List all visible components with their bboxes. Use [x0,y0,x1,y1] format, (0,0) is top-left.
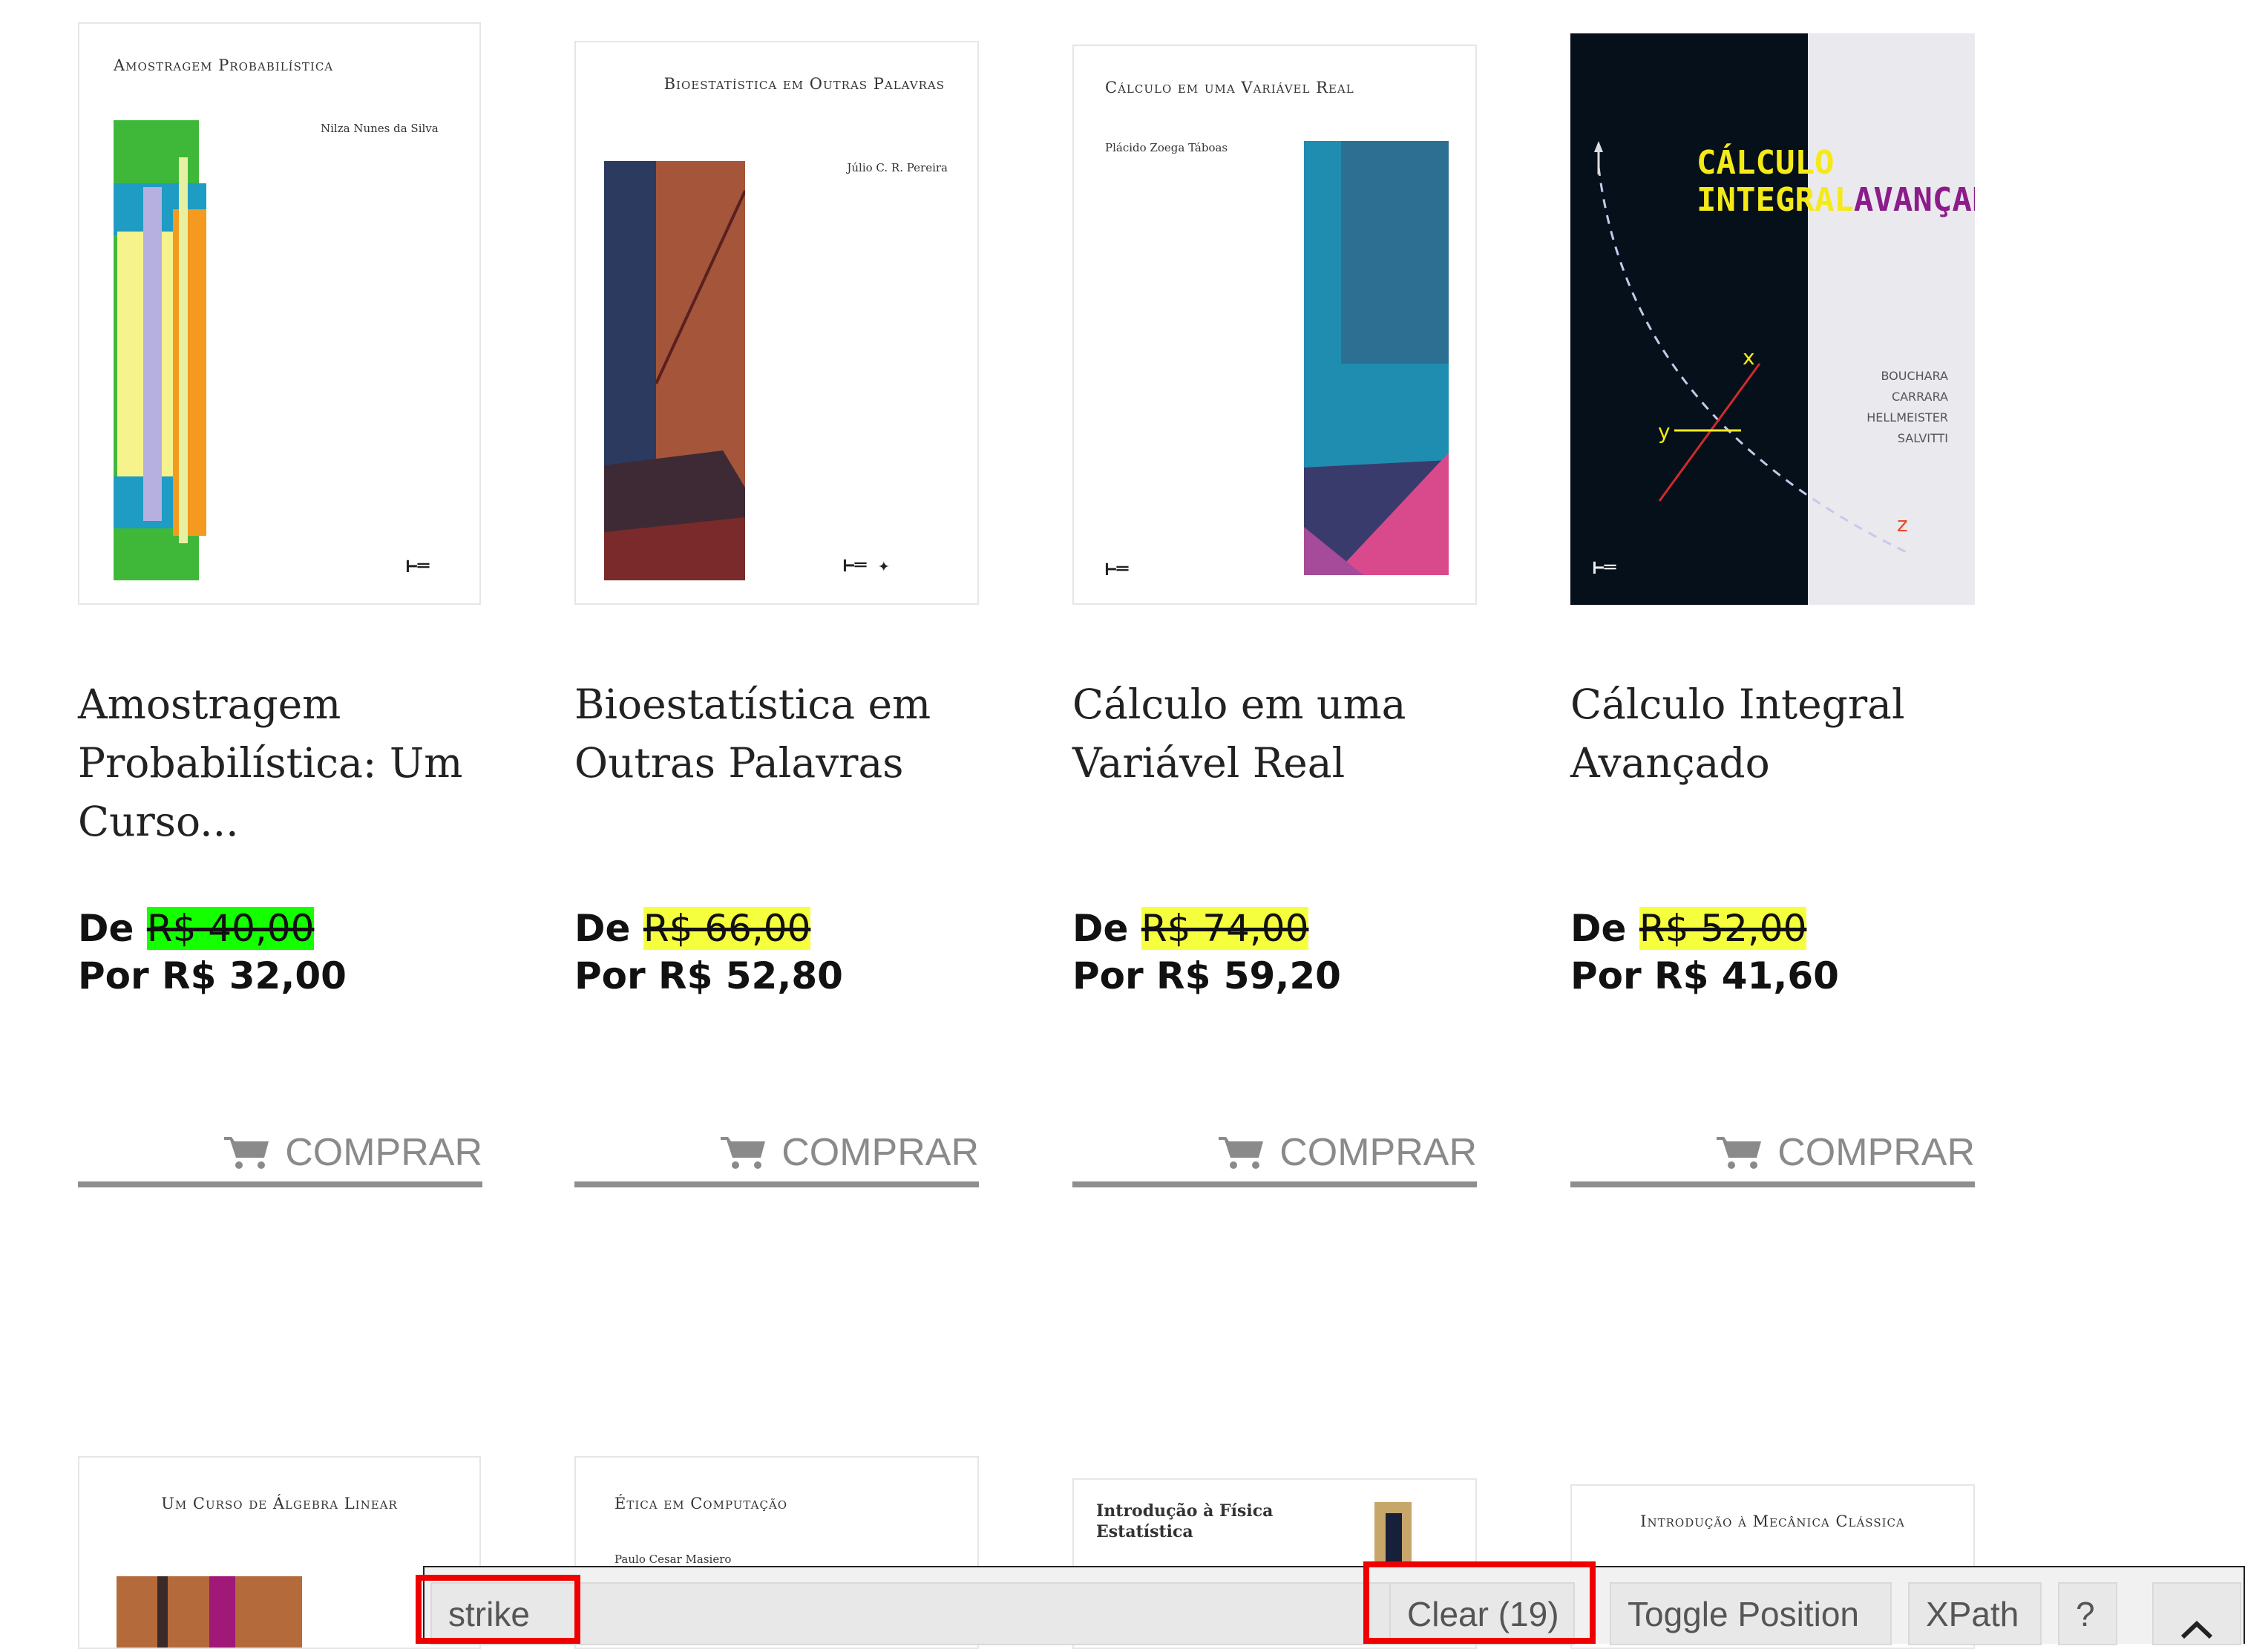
cover-title: Amostragem Probabilística [114,56,334,74]
cover-author: Nilza Nunes da Silva [321,122,439,135]
cover-title: Introdução à Física Estatística [1096,1501,1274,1541]
highlight-toolbar: strike Clear (19) Toggle Position XPath … [423,1566,2245,1645]
axis-label-z: z [1897,512,1908,537]
cover-author: Paulo Cesar Masiero [614,1553,732,1566]
price-old: De R$ 66,00 [574,907,811,950]
strikethrough-price: R$ 52,00 [1639,907,1807,950]
buy-button[interactable]: COMPRAR [1072,1128,1477,1187]
book-cover[interactable]: Amostragem Probabilística Nilza Nunes da… [78,22,481,605]
publisher-logo: ⊢═ [1593,557,1616,579]
cover-author: Plácido Zoega Táboas [1105,141,1228,154]
strikethrough-price: R$ 40,00 [146,907,315,950]
book-cover[interactable]: CÁLCULO INTEGRALAVANÇADO BOUCHARA CARRAR… [1570,33,1975,605]
chevron-up-icon [2180,1620,2213,1639]
cover-title: Bioestatística em Outras Palavras [663,75,945,93]
book-title[interactable]: Bioestatística em Outras Palavras [574,675,990,793]
cover-artwork [114,120,206,580]
publisher-logo: ⊢═ ✦ [843,554,890,577]
axis-label-x: x [1743,345,1755,370]
axis-label-y: y [1658,419,1671,444]
input-highlight-outline [416,1575,580,1644]
cover-author: Júlio C. R. Pereira [847,161,948,174]
book-title[interactable]: Cálculo Integral Avançado [1570,675,1986,793]
price-new: Por R$ 32,00 [78,954,347,997]
clear-highlight-outline [1363,1561,1596,1644]
cover-title: Ética em Computação [614,1495,788,1512]
cover-artwork [604,161,745,580]
shopping-cart-icon [721,1137,766,1169]
publisher-logo: ⊢═ [1105,558,1129,580]
price-old: De R$ 40,00 [78,907,315,950]
strikethrough-price: R$ 74,00 [1141,907,1309,950]
book-cover[interactable]: Bioestatística em Outras Palavras Júlio … [574,41,979,605]
price-new: Por R$ 52,80 [574,954,843,997]
toggle-position-button[interactable]: Toggle Position [1610,1582,1892,1645]
scroll-top-button[interactable] [2152,1582,2241,1645]
help-button[interactable]: ? [2058,1582,2117,1645]
shopping-cart-icon [1219,1137,1264,1169]
cover-title: Introdução à Mecânica Clássica [1640,1512,1905,1530]
price-new: Por R$ 59,20 [1072,954,1341,997]
buy-button[interactable]: COMPRAR [574,1128,979,1187]
shopping-cart-icon [1717,1137,1762,1169]
book-title[interactable]: Amostragem Probabilística: Um Curso... [78,675,494,851]
price-old: De R$ 74,00 [1072,907,1309,950]
cover-artwork [1304,141,1449,575]
strikethrough-price: R$ 66,00 [643,907,811,950]
price-old: De R$ 52,00 [1570,907,1807,950]
cover-artwork [1594,141,1909,554]
publisher-logo: ⊢═ [406,555,430,577]
buy-button[interactable]: COMPRAR [78,1128,482,1187]
xpath-button[interactable]: XPath [1908,1582,2042,1645]
buy-button[interactable]: COMPRAR [1570,1128,1975,1187]
cover-title: Um Curso de Álgebra Linear [161,1495,398,1512]
price-new: Por R$ 41,60 [1570,954,1839,997]
cover-artwork [117,1576,302,1648]
shopping-cart-icon [224,1137,269,1169]
cover-title: Cálculo em uma Variável Real [1105,79,1354,96]
book-cover[interactable]: Cálculo em uma Variável Real Plácido Zoe… [1072,45,1477,605]
book-title[interactable]: Cálculo em uma Variável Real [1072,675,1488,793]
